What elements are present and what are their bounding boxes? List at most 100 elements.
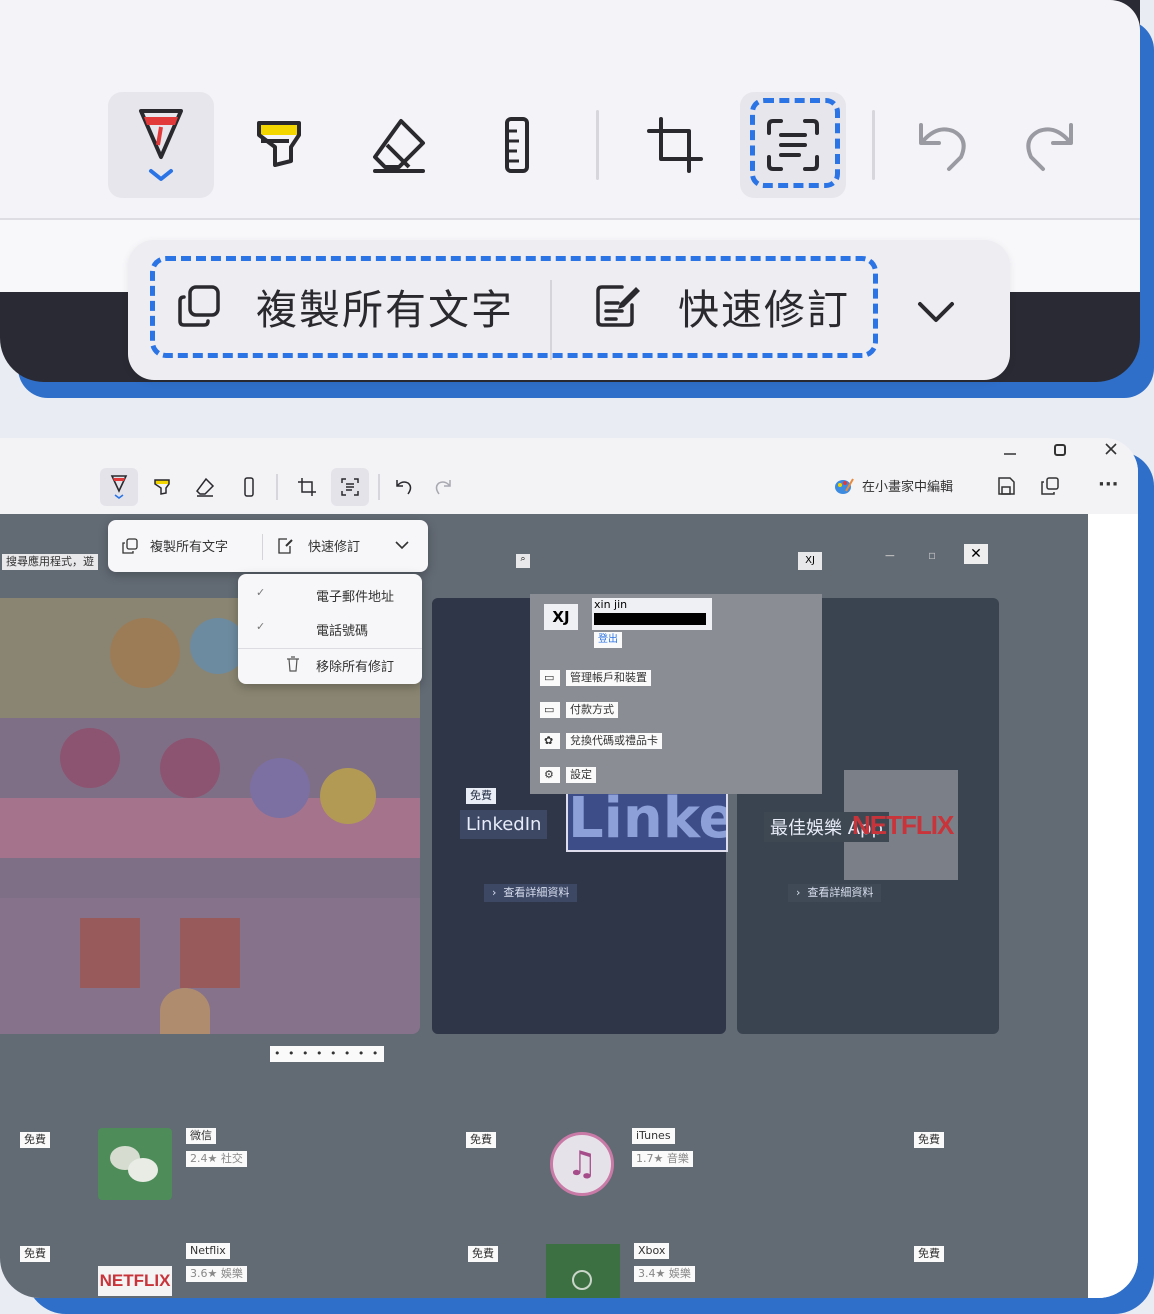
- highlighter-button[interactable]: [226, 92, 332, 198]
- copy-button[interactable]: [1040, 476, 1060, 496]
- email-label: 電子郵件地址: [316, 590, 395, 605]
- app-rating: 1.7★ 音樂: [632, 1151, 693, 1167]
- sign-out-link[interactable]: 登出: [594, 632, 622, 648]
- restore-icon[interactable]: ▫: [928, 548, 936, 562]
- remove-all-label: 移除所有修訂: [316, 660, 395, 675]
- toolbar-divider: [378, 474, 380, 500]
- highlighter-icon: [154, 479, 170, 495]
- toolbar-divider: [872, 110, 875, 180]
- ballpoint-pen-button[interactable]: [108, 92, 214, 198]
- carousel-indicator[interactable]: • • • • • • • •: [270, 1046, 385, 1062]
- more-options-button[interactable]: ···: [1098, 474, 1119, 495]
- app-name: 微信: [186, 1128, 216, 1144]
- canvas-margin: [1088, 514, 1138, 1298]
- toolbar-divider: [276, 474, 278, 500]
- account-name: xin jin: [594, 598, 628, 611]
- ruler-icon: [244, 477, 254, 497]
- save-button[interactable]: [996, 476, 1016, 496]
- app-rating: 3.6★ 娛樂: [186, 1266, 247, 1282]
- text-actions-button-small[interactable]: [331, 468, 369, 506]
- ruler-icon: [505, 117, 529, 173]
- undo-button[interactable]: [890, 92, 996, 198]
- edit-in-paint-label: 在小畫家中編輯: [862, 480, 954, 495]
- redact-menu: ✓ 電子郵件地址 ✓ 電話號碼 移除所有修訂: [238, 574, 422, 684]
- close-icon[interactable]: ✕: [964, 544, 988, 564]
- undo-icon: [396, 480, 412, 495]
- copy-icon: [1041, 477, 1059, 495]
- maximize-button[interactable]: [1052, 442, 1068, 458]
- edit-note-icon: [278, 537, 293, 554]
- highlighter-button-small[interactable]: [143, 468, 181, 506]
- crop-button[interactable]: [622, 92, 728, 198]
- account-avatar: XJ: [544, 604, 578, 630]
- crop-button-small[interactable]: [288, 468, 326, 506]
- pen-icon: [139, 109, 183, 181]
- menu-settings[interactable]: ⚙ 設定: [540, 767, 596, 783]
- free-badge: 免費: [20, 1132, 50, 1148]
- chevron-down-icon: [918, 302, 954, 322]
- account-info: xin jin: [592, 598, 712, 630]
- search-icon[interactable]: ⌕: [516, 554, 530, 568]
- undo-button-small[interactable]: [385, 468, 423, 506]
- eraser-button[interactable]: [346, 92, 452, 198]
- screenshot-canvas: 搜尋應用程式，遊 • • • • • • • • Linke 免費 Linked…: [0, 514, 1088, 1298]
- menu-divider: [238, 648, 422, 649]
- menu-settings-label: 設定: [566, 767, 596, 783]
- free-badge: 免費: [914, 1132, 944, 1148]
- search-hint: 搜尋應用程式，遊: [2, 554, 98, 570]
- edit-in-paint-button[interactable]: 在小畫家中編輯: [834, 476, 953, 495]
- free-badge: 免費: [914, 1246, 944, 1262]
- copy-all-text-button[interactable]: 複製所有文字: [122, 536, 228, 555]
- remove-all-redactions-option[interactable]: 移除所有修訂: [254, 654, 414, 680]
- app-name: Xbox: [634, 1243, 670, 1259]
- check-icon: ✓: [256, 586, 266, 599]
- eraser-icon: [373, 119, 425, 173]
- restore-icon: [1054, 444, 1066, 456]
- close-button[interactable]: [1103, 441, 1119, 457]
- toolbar-divider: [596, 110, 599, 180]
- linkedin-title: LinkedIn: [460, 810, 548, 839]
- redo-button-small[interactable]: [424, 468, 462, 506]
- details-label: 查看詳細資料: [807, 886, 874, 899]
- close-icon: [1105, 443, 1117, 455]
- redact-options-dropdown[interactable]: [914, 294, 958, 330]
- netflix-app-icon[interactable]: NETFLIX: [98, 1266, 172, 1296]
- redo-icon: [435, 480, 451, 495]
- free-badge: 免費: [468, 1246, 498, 1262]
- menu-redeem[interactable]: ✿ 兌換代碼或禮品卡: [540, 733, 662, 749]
- app-name: Netflix: [186, 1243, 230, 1259]
- menu-payment[interactable]: ▭ 付款方式: [540, 702, 618, 718]
- redo-button[interactable]: [996, 92, 1102, 198]
- pen-icon: [110, 475, 128, 499]
- quick-redact-button[interactable]: 快速修訂: [276, 536, 360, 555]
- itunes-app-icon[interactable]: ♫: [550, 1132, 614, 1196]
- eraser-button-small[interactable]: [186, 468, 224, 506]
- crop-icon: [647, 117, 703, 173]
- menu-redeem-label: 兌換代碼或禮品卡: [566, 733, 662, 749]
- netflix-details-link[interactable]: › 查看詳細資料: [788, 884, 882, 902]
- minimize-button[interactable]: [1002, 446, 1018, 462]
- crop-icon: [298, 478, 316, 496]
- ruler-button-small[interactable]: [230, 468, 268, 506]
- gear-icon: ⚙: [540, 767, 560, 783]
- chevron-down-icon: [395, 541, 409, 550]
- netflix-logo: NETFLIX: [852, 810, 954, 840]
- ruler-button[interactable]: [464, 92, 570, 198]
- free-badge: 免費: [466, 788, 496, 804]
- paint-icon: [835, 477, 854, 494]
- xbox-app-icon[interactable]: [546, 1244, 620, 1298]
- ballpoint-pen-button-small[interactable]: [100, 468, 138, 506]
- redact-phone-option[interactable]: ✓ 電話號碼: [254, 618, 414, 644]
- minimize-icon: [1004, 453, 1016, 455]
- account-badge[interactable]: XJ: [798, 552, 822, 570]
- redact-options-dropdown[interactable]: [394, 538, 410, 552]
- minimize-icon[interactable]: −: [884, 548, 896, 564]
- save-icon: [998, 477, 1015, 495]
- linkedin-details-link[interactable]: › 查看詳細資料: [484, 884, 578, 902]
- eraser-icon: [196, 477, 215, 497]
- wechat-app-icon[interactable]: [98, 1128, 172, 1200]
- text-actions-highlight-zoom: [150, 256, 878, 358]
- menu-manage-accounts[interactable]: ▭ 管理帳戶和裝置: [540, 670, 651, 686]
- app-rating: 2.4★ 社交: [186, 1151, 247, 1167]
- redact-email-option[interactable]: ✓ 電子郵件地址: [254, 584, 414, 610]
